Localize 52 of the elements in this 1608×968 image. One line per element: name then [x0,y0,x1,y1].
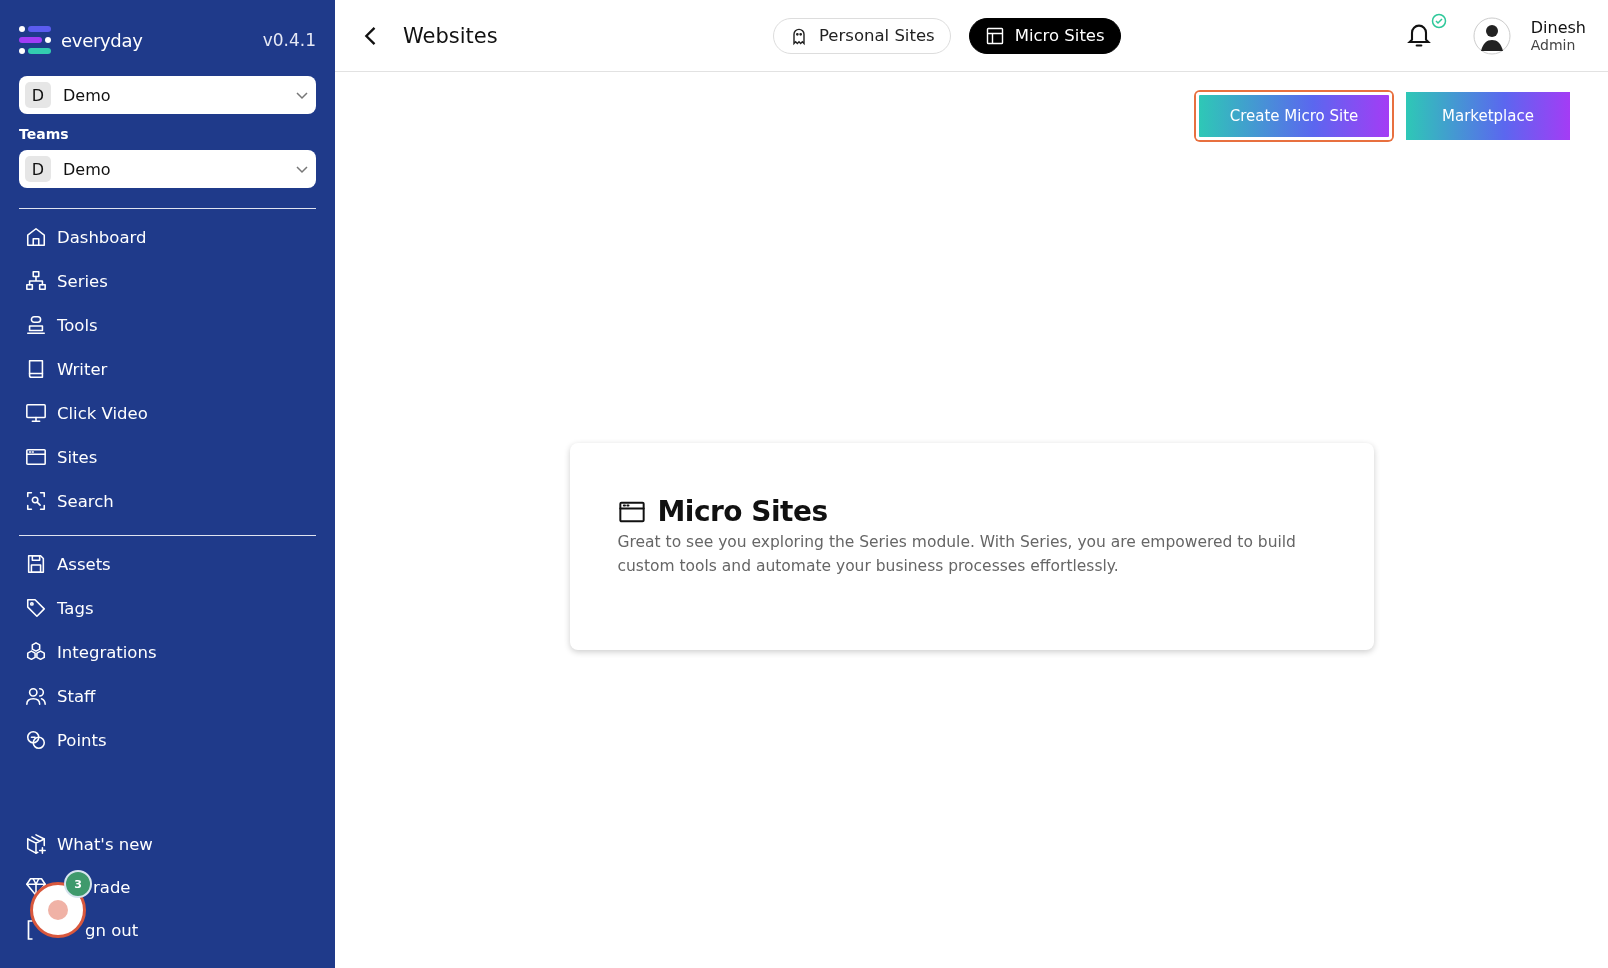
monitor-icon [25,402,47,424]
sidebar-item[interactable]: rade [93,877,131,897]
cubes-icon [25,641,47,663]
tab[interactable]: Micro Sites [968,17,1121,54]
sidebar-item[interactable]: Tags [19,594,100,622]
scan-search-icon [25,490,47,512]
version-label: v0.4.1 [262,30,316,50]
count-badge: 3 [64,870,92,898]
workspace-select[interactable]: D Demo [19,76,316,114]
sidebar-item[interactable]: What's new [57,834,153,854]
logo-text: everyday [61,29,143,51]
sidebar-item[interactable]: Staff [19,682,102,710]
workspace-select[interactable]: D Demo [19,150,316,188]
sidebar-item[interactable]: Points [19,726,113,754]
select-value: Demo [63,85,112,105]
browser-icon [25,446,47,468]
stack-icon [25,314,47,336]
sidebar-item[interactable]: Click Video [19,399,154,427]
check-circle-icon [1430,12,1447,29]
teams-label: Teams [19,126,70,142]
hierarchy-icon [25,270,47,292]
record-button[interactable] [30,882,86,938]
package-plus-icon [25,833,47,855]
layout-icon [984,25,1005,46]
marketplace-button[interactable]: Marketplace [1406,92,1570,140]
sidebar-item[interactable]: Series [19,267,114,295]
initial-avatar: D [25,82,51,108]
floppy-icon [25,553,47,575]
user-role: Admin [1530,37,1577,53]
page-title: Websites [403,23,499,48]
bracket-icon [27,920,34,940]
tab[interactable]: Personal Sites [773,17,951,54]
sidebar-item[interactable]: Assets [19,550,117,578]
card-description: Great to see you exploring the Series module. With Series, you are empowered to build custom tools and automate your business processes effortlessly. [617,532,1297,577]
coins-icon [25,729,47,751]
card-title: Micro Sites [657,495,828,528]
sidebar-item[interactable]: Dashboard [19,223,153,251]
logo-icon [19,26,51,54]
sidebar-item[interactable]: Tools [19,311,104,339]
sidebar-item[interactable]: gn out [85,920,139,940]
sidebar-item[interactable]: Sites [19,443,104,471]
avatar[interactable] [1472,16,1511,55]
tag-icon [25,597,47,619]
home-icon [25,226,47,248]
create-button[interactable]: Create Micro Site [1196,92,1392,140]
sidebar-item[interactable]: Integrations [19,638,163,666]
users-icon [25,685,47,707]
initial-avatar: D [25,156,51,182]
select-value: Demo [63,159,112,179]
user-name: Dinesh [1530,18,1586,37]
sidebar-item[interactable]: Search [19,487,120,515]
sidebar-item[interactable]: Writer [19,355,114,383]
